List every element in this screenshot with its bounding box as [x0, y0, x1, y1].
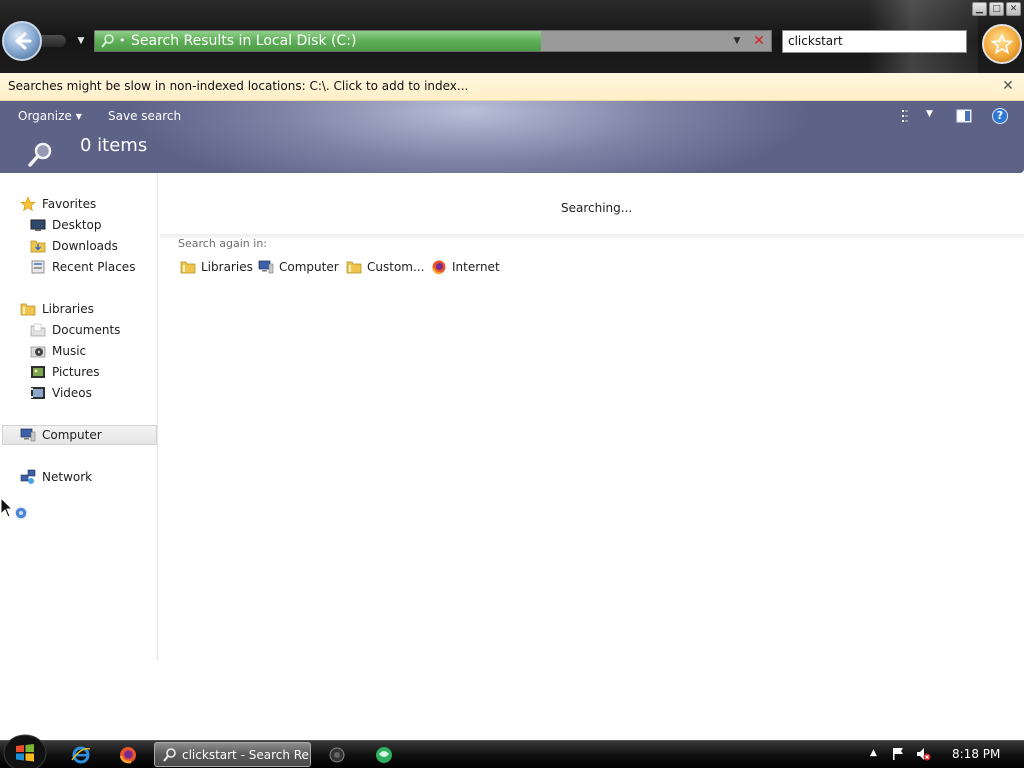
search-again-libraries[interactable]: Libraries	[180, 258, 253, 276]
search-results-icon	[101, 34, 114, 48]
star-icon	[991, 33, 1013, 55]
change-view-icon[interactable]	[898, 109, 912, 123]
items-count: 0 items	[80, 135, 148, 156]
back-button[interactable]	[2, 21, 42, 61]
nav-libraries-label: Libraries	[42, 302, 94, 316]
nav-item-desktop[interactable]: Desktop	[30, 215, 102, 235]
search-status-text: Searching...	[561, 201, 633, 215]
nav-item-documents[interactable]: Documents	[30, 320, 120, 340]
back-arrow-icon	[15, 32, 32, 50]
custom-folder-icon	[346, 261, 362, 274]
favorites-star-button[interactable]	[982, 24, 1022, 64]
search-again-computer[interactable]: Computer	[258, 258, 339, 276]
search-again-label: Search again in:	[178, 237, 268, 250]
save-search-button[interactable]: Save search	[108, 109, 181, 123]
busy-cursor-icon	[0, 497, 28, 520]
documents-icon	[30, 323, 46, 337]
nav-item-downloads[interactable]: Downloads	[30, 236, 118, 256]
search-magnifier-icon	[28, 142, 52, 167]
breadcrumb-separator: •	[119, 34, 126, 47]
desktop-icon	[30, 219, 46, 231]
help-icon[interactable]: ?	[992, 108, 1008, 124]
firefox-icon[interactable]	[118, 745, 138, 765]
stop-search-button[interactable]: ✕	[751, 33, 767, 49]
nav-item-music-label: Music	[52, 344, 87, 358]
search-again-custom[interactable]: Custom...	[346, 258, 424, 276]
firefox-icon	[432, 260, 446, 275]
libraries-folder-icon	[180, 261, 196, 274]
nav-item-documents-label: Documents	[52, 323, 121, 337]
search-again-divider	[160, 234, 1024, 240]
nav-item-pictures[interactable]: Pictures	[30, 362, 100, 382]
action-center-flag-icon[interactable]	[890, 746, 906, 762]
nav-network[interactable]: Network	[20, 467, 92, 487]
window-controls: ▁ □ ✕	[972, 2, 1021, 16]
index-info-bar[interactable]: Searches might be slow in non-indexed lo…	[0, 73, 1024, 101]
organize-menu[interactable]: Organize ▼	[18, 109, 82, 123]
recent-pages-dropdown[interactable]: ▼	[74, 34, 88, 48]
nav-item-downloads-label: Downloads	[52, 239, 118, 253]
start-button[interactable]	[2, 733, 48, 768]
view-options-dropdown[interactable]: ▼	[926, 109, 933, 119]
computer-icon	[20, 428, 36, 442]
window-titlebar: ▼ • Search Results in Local Disk (C:) ▼ …	[0, 0, 1024, 73]
address-bar[interactable]: • Search Results in Local Disk (C:) ▼ ✕	[94, 30, 772, 52]
nav-network-label: Network	[42, 470, 93, 484]
libraries-icon	[20, 303, 36, 316]
search-again-computer-label: Computer	[279, 260, 339, 274]
nav-item-music[interactable]: Music	[30, 341, 86, 361]
info-bar-text[interactable]: Searches might be slow in non-indexed lo…	[8, 79, 468, 93]
nav-item-videos-label: Videos	[52, 386, 92, 400]
search-input[interactable]: clickstart	[782, 30, 967, 53]
nav-item-recent-places[interactable]: Recent Places	[30, 257, 135, 277]
search-magnifier-icon	[163, 747, 176, 762]
close-button[interactable]: ✕	[1006, 2, 1021, 16]
info-bar-close-icon[interactable]: ✕	[1000, 78, 1016, 94]
preview-pane-icon[interactable]	[956, 108, 972, 124]
address-history-dropdown[interactable]: ▼	[731, 35, 743, 47]
internet-explorer-icon[interactable]	[71, 745, 91, 765]
nav-item-pictures-label: Pictures	[52, 365, 100, 379]
music-icon	[30, 346, 46, 358]
nav-item-desktop-label: Desktop	[52, 218, 102, 232]
search-again-internet-label: Internet	[452, 260, 500, 274]
nav-computer-label: Computer	[42, 428, 102, 442]
nav-libraries[interactable]: Libraries	[20, 299, 94, 319]
address-text: Search Results in Local Disk (C:)	[131, 33, 357, 49]
computer-icon	[258, 260, 274, 274]
show-hidden-icons-button[interactable]: ▲	[870, 748, 877, 758]
search-again-custom-label: Custom...	[367, 260, 425, 274]
nav-favorites-label: Favorites	[42, 197, 97, 211]
organize-label: Organize	[18, 109, 72, 123]
taskbar-task-label: clickstart - Search Re...	[182, 747, 311, 762]
maximize-button[interactable]: □	[989, 2, 1004, 16]
media-player-icon[interactable]	[327, 745, 347, 765]
minimize-button[interactable]: ▁	[972, 2, 987, 16]
search-again-internet[interactable]: Internet	[431, 258, 500, 276]
favorites-star-icon	[20, 196, 36, 212]
network-icon	[20, 469, 36, 484]
taskbar: clickstart - Search Re... ▲ 8:18 PM	[0, 734, 1024, 768]
search-again-libraries-label: Libraries	[201, 260, 253, 274]
nav-computer[interactable]: Computer	[2, 425, 157, 445]
pictures-icon	[31, 366, 45, 378]
nav-item-recent-places-label: Recent Places	[52, 260, 136, 274]
nav-item-videos[interactable]: Videos	[30, 383, 92, 403]
downloads-folder-icon	[30, 240, 46, 253]
volume-muted-icon[interactable]	[915, 746, 931, 762]
taskbar-button-search-results[interactable]: clickstart - Search Re...	[154, 742, 311, 767]
command-bar: Organize ▼ Save search ▼ ?	[0, 101, 1024, 173]
nav-favorites[interactable]: Favorites	[20, 194, 96, 214]
recent-places-icon	[31, 260, 45, 274]
videos-icon	[31, 387, 45, 399]
chevron-down-icon: ▼	[75, 112, 82, 121]
messenger-icon[interactable]	[374, 745, 394, 765]
taskbar-clock[interactable]: 8:18 PM	[952, 747, 1000, 761]
